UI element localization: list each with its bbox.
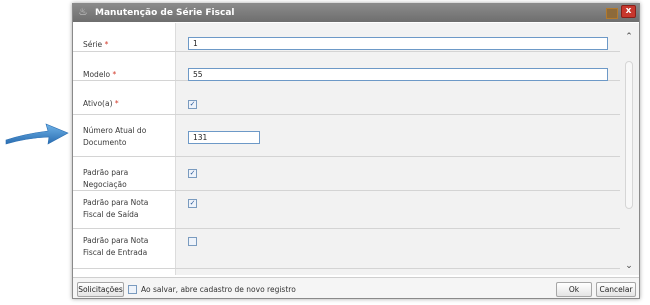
ativo-checkbox[interactable]: ✓ (188, 100, 197, 109)
scroll-up-icon[interactable]: ⌃ (623, 31, 635, 43)
app-icon: ♨ (78, 7, 88, 18)
reopen-label: Ao salvar, abre cadastro de novo registr… (141, 285, 296, 294)
serie-label: Série * (83, 39, 171, 51)
dialog-footer: Solicitações Ao salvar, abre cadastro de… (73, 277, 639, 298)
dialog-titlebar[interactable]: ♨ Manutenção de Série Fiscal x (73, 4, 639, 22)
field-row-modelo: Modelo * 55 (73, 52, 620, 81)
modelo-label: Modelo * (83, 69, 171, 81)
form-scrollbar[interactable]: ⌃ ⌄ (620, 23, 639, 275)
cancel-button[interactable]: Cancelar (596, 282, 636, 297)
dialog-title: Manutenção de Série Fiscal (95, 8, 235, 18)
scroll-down-icon[interactable]: ⌄ (623, 260, 635, 272)
numero-atual-input[interactable]: 131 (188, 131, 260, 144)
field-row-ativo: Ativo(a) * ✓ (73, 81, 620, 115)
padrao-nf-saida-label: Padrão para Nota Fiscal de Saída (83, 198, 149, 219)
reopen-checkbox[interactable] (128, 285, 137, 294)
pointer-arrow-icon (5, 123, 69, 145)
required-mark: * (112, 70, 117, 79)
numero-atual-label: Número Atual do Documento (83, 126, 147, 147)
field-row-padrao-nf-entrada: Padrão para Nota Fiscal de Entrada (73, 229, 620, 269)
field-row-padrao-negociacao: Padrão para Negociação ✓ (73, 157, 620, 191)
padrao-negociacao-checkbox[interactable]: ✓ (188, 169, 197, 178)
padrao-negociacao-label: Padrão para Negociação (83, 168, 129, 189)
ativo-label-text: Ativo(a) (83, 99, 113, 108)
serie-label-text: Série (83, 40, 103, 49)
required-mark: * (104, 40, 109, 49)
ok-button[interactable]: Ok (556, 282, 592, 297)
close-button[interactable]: x (621, 5, 636, 18)
solicitacoes-button[interactable]: Solicitações (77, 282, 124, 297)
serie-input[interactable]: 1 (188, 37, 608, 50)
required-mark: * (114, 99, 119, 108)
padrao-nf-entrada-checkbox[interactable] (188, 237, 197, 246)
field-row-padrao-nf-saida: Padrão para Nota Fiscal de Saída ✓ (73, 191, 620, 229)
ativo-label: Ativo(a) * (83, 98, 171, 110)
scroll-thumb[interactable] (625, 61, 633, 209)
field-row-numero-atual: Número Atual do Documento 131 (73, 115, 620, 157)
form-area: Série * 1 Modelo * 55 Ativo(a) * ✓ Númer… (73, 23, 639, 275)
maximize-button[interactable] (606, 8, 618, 19)
modelo-input[interactable]: 55 (188, 68, 608, 81)
field-row-serie: Série * 1 (73, 23, 620, 52)
modelo-label-text: Modelo (83, 70, 111, 79)
padrao-nf-entrada-label: Padrão para Nota Fiscal de Entrada (83, 236, 149, 257)
padrao-nf-saida-checkbox[interactable]: ✓ (188, 199, 197, 208)
serie-fiscal-dialog: ♨ Manutenção de Série Fiscal x Série * 1… (72, 3, 640, 299)
